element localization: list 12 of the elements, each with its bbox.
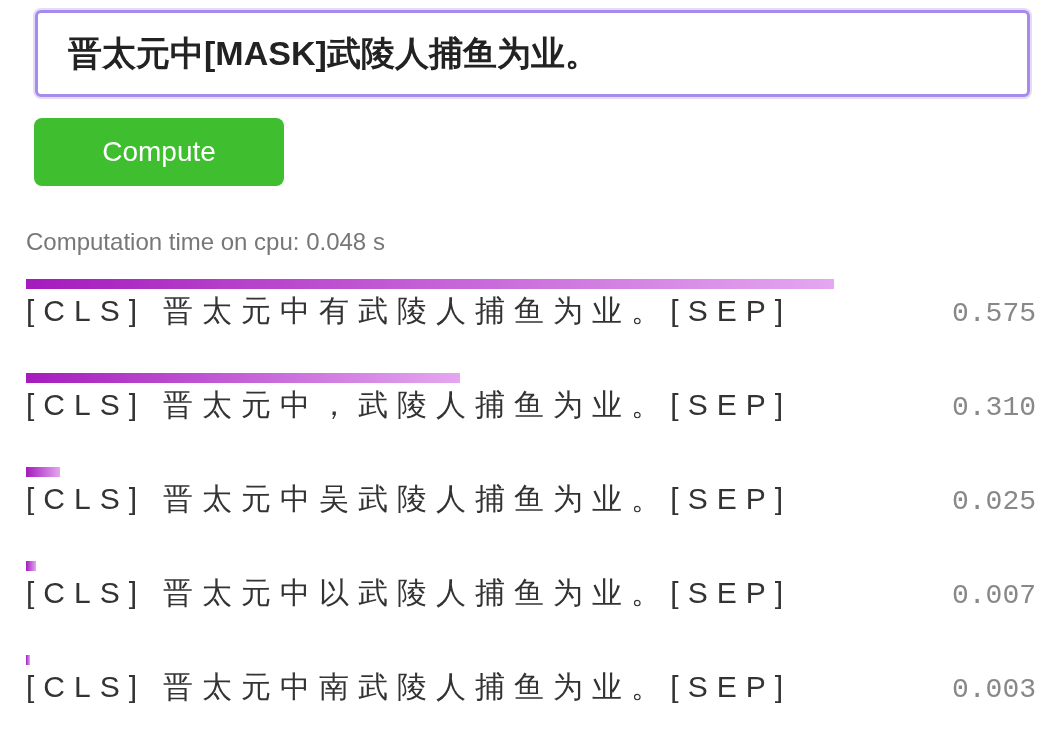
token-sequence: [CLS] 晋太元中吴武陵人捕鱼为业。[SEP] xyxy=(26,481,793,517)
computation-time-text: Computation time on cpu: 0.048 s xyxy=(26,228,386,256)
token-sequence: [CLS] 晋太元中以武陵人捕鱼为业。[SEP] xyxy=(26,575,793,611)
score-value: 0.003 xyxy=(952,674,1036,705)
score-value: 0.310 xyxy=(952,392,1036,423)
token-sequence: [CLS] 晋太元中南武陵人捕鱼为业。[SEP] xyxy=(26,669,793,705)
score-value: 0.575 xyxy=(952,298,1036,329)
token-sequence: [CLS] 晋太元中有武陵人捕鱼为业。[SEP] xyxy=(26,293,793,329)
text-input-field[interactable]: 晋太元中[MASK]武陵人捕鱼为业。 xyxy=(35,10,1030,97)
score-value: 0.007 xyxy=(952,580,1036,611)
score-value: 0.025 xyxy=(952,486,1036,517)
token-sequence: [CLS] 晋太元中，武陵人捕鱼为业。[SEP] xyxy=(26,387,793,423)
